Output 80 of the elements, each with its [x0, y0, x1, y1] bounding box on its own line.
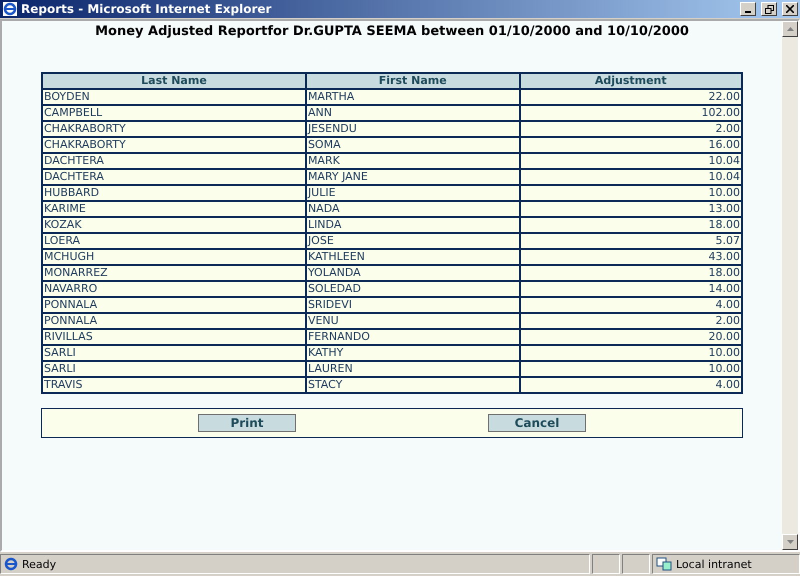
table-cell: PONNALA	[42, 313, 306, 329]
page-icon	[4, 557, 18, 571]
window-title: Reports - Microsoft Internet Explorer	[21, 2, 272, 16]
table-cell: NAVARRO	[42, 281, 306, 297]
column-header: Last Name	[42, 73, 306, 89]
table-cell: 10.00	[520, 185, 742, 201]
table-cell: CHAKRABORTY	[42, 121, 306, 137]
table-cell: TRAVIS	[42, 377, 306, 393]
table-cell: 20.00	[520, 329, 742, 345]
table-cell: MARY JANE	[306, 169, 520, 185]
table-cell: 10.00	[520, 361, 742, 377]
table-cell: 13.00	[520, 201, 742, 217]
table-cell: 5.07	[520, 233, 742, 249]
table-cell: 4.00	[520, 377, 742, 393]
down-arrow-icon	[786, 540, 794, 544]
table-cell: LINDA	[306, 217, 520, 233]
table-cell: 10.00	[520, 345, 742, 361]
table-cell: SOLEDAD	[306, 281, 520, 297]
table-cell: 18.00	[520, 265, 742, 281]
scroll-down-button[interactable]	[782, 534, 798, 550]
table-cell: SARLI	[42, 345, 306, 361]
network-icon	[656, 557, 672, 571]
table-cell: MONARREZ	[42, 265, 306, 281]
status-text: Ready	[22, 558, 56, 570]
restore-icon	[764, 4, 774, 14]
status-panel	[592, 554, 620, 574]
browser-icon	[2, 1, 18, 17]
table-cell: PONNALA	[42, 297, 306, 313]
status-panel	[622, 554, 650, 574]
close-icon	[786, 5, 794, 13]
table-cell: DACHTERA	[42, 153, 306, 169]
table-cell: MCHUGH	[42, 249, 306, 265]
table-cell: KATHLEEN	[306, 249, 520, 265]
table-cell: DACHTERA	[42, 169, 306, 185]
table-cell: 22.00	[520, 89, 742, 105]
table-cell: 4.00	[520, 297, 742, 313]
table-cell: 18.00	[520, 217, 742, 233]
table-cell: 43.00	[520, 249, 742, 265]
table-cell: ANN	[306, 105, 520, 121]
table-cell: JOSE	[306, 233, 520, 249]
table-cell: 102.00	[520, 105, 742, 121]
table-cell: RIVILLAS	[42, 329, 306, 345]
close-button[interactable]	[782, 2, 798, 16]
table-cell: LOERA	[42, 233, 306, 249]
action-button[interactable]: Cancel	[488, 414, 586, 432]
table-cell: KATHY	[306, 345, 520, 361]
table-cell: KARIME	[42, 201, 306, 217]
table-cell: SOMA	[306, 137, 520, 153]
zone-text: Local intranet	[676, 558, 752, 570]
table-cell: SRIDEVI	[306, 297, 520, 313]
scroll-up-button[interactable]	[782, 21, 798, 37]
table-cell: YOLANDA	[306, 265, 520, 281]
table-cell: HUBBARD	[42, 185, 306, 201]
table-cell: 10.04	[520, 169, 742, 185]
up-arrow-icon	[786, 27, 794, 31]
report-title: Money Adjusted Reportfor Dr.GUPTA SEEMA between 01/10/2000 and 10/10/2000	[95, 24, 689, 39]
table-cell: JULIE	[306, 185, 520, 201]
table-cell: VENU	[306, 313, 520, 329]
table-cell: SARLI	[42, 361, 306, 377]
table-cell: BOYDEN	[42, 89, 306, 105]
table-cell: LAUREN	[306, 361, 520, 377]
table-cell: NADA	[306, 201, 520, 217]
action-button[interactable]: Print	[198, 414, 296, 432]
minimize-button[interactable]	[740, 2, 756, 16]
column-header: First Name	[306, 73, 520, 89]
column-header: Adjustment	[520, 73, 742, 89]
table-cell: 2.00	[520, 313, 742, 329]
table-cell: 14.00	[520, 281, 742, 297]
table-cell: MARTHA	[306, 89, 520, 105]
table-cell: STACY	[306, 377, 520, 393]
table-cell: 10.04	[520, 153, 742, 169]
table-cell: 2.00	[520, 121, 742, 137]
table-cell: JESENDU	[306, 121, 520, 137]
table-cell: 16.00	[520, 137, 742, 153]
table-cell: MARK	[306, 153, 520, 169]
table-cell: KOZAK	[42, 217, 306, 233]
table-cell: CHAKRABORTY	[42, 137, 306, 153]
table-cell: FERNANDO	[306, 329, 520, 345]
table-cell: CAMPBELL	[42, 105, 306, 121]
restore-button[interactable]	[761, 2, 777, 16]
